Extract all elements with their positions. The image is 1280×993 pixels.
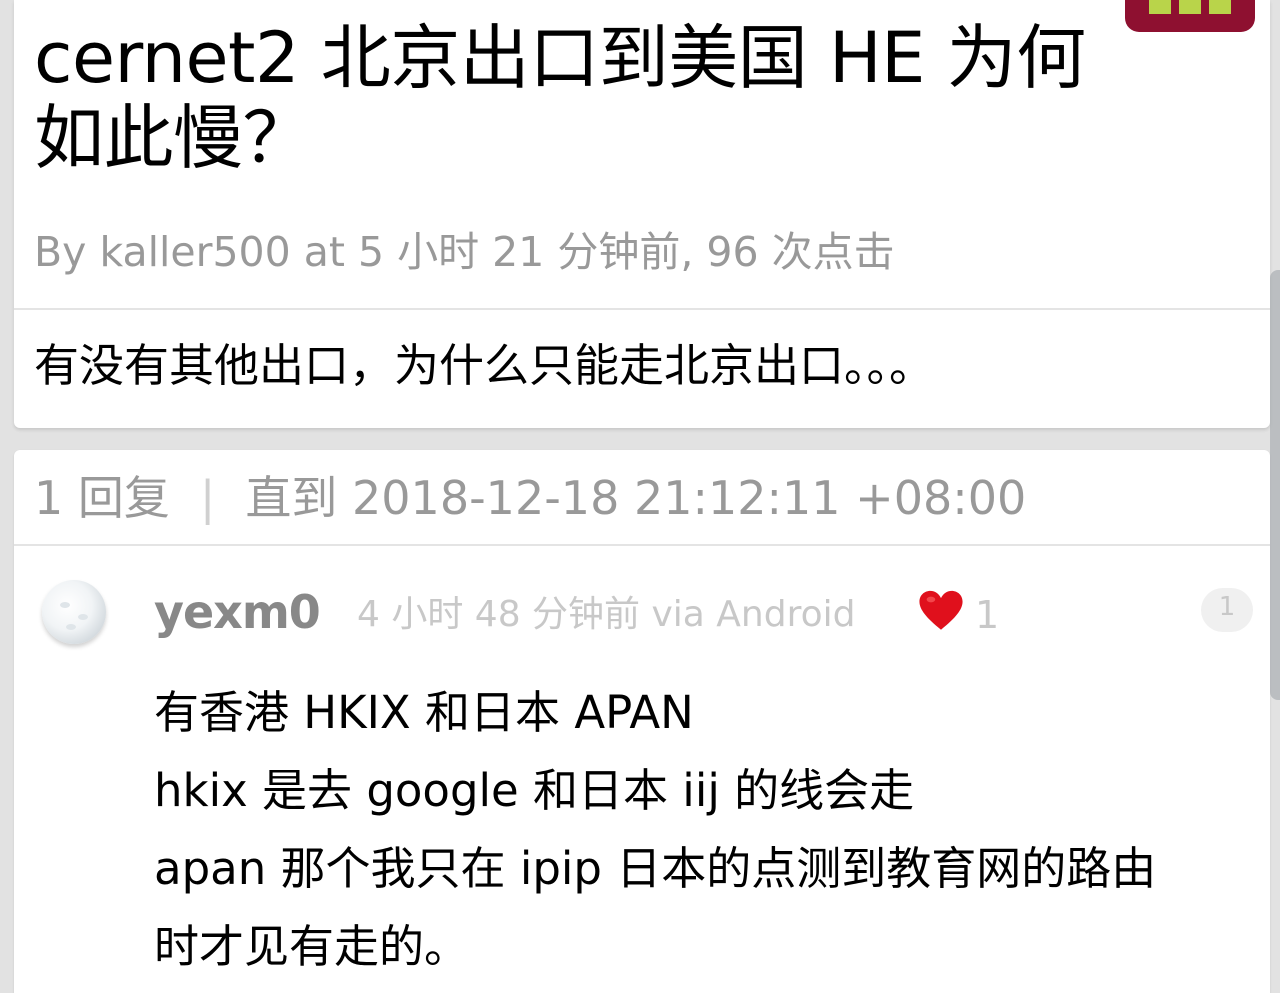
op-avatar[interactable] [1125,0,1255,32]
reply-author-link[interactable]: yexm0 [154,582,321,642]
header-separator: | [199,471,216,525]
reply-line: apan 那个我只在 ipip 日本的点测到教育网的路由 [154,842,1157,895]
topic-content: 有没有其他出口，为什么只能走北京出口。。。 [34,339,935,392]
floor-number-badge: 1 [1201,588,1253,632]
heart-icon[interactable] [918,588,964,634]
topic-header: cernet2 北京出口到美国 HE 为何如此慢？ By kaller500 a… [14,0,1270,308]
like-count: 1 [975,593,1000,637]
topic-author-link[interactable]: kaller500 [99,228,290,276]
meta-by: By [34,228,87,276]
avatar-pattern-block [1149,0,1171,14]
replies-card: 1 回复 | 直到 2018-12-18 21:12:11 +08:00 yexm0… [14,450,1270,993]
topic-title: cernet2 北京出口到美国 HE 为何如此慢？ [34,17,1086,179]
topic-card: cernet2 北京出口到美国 HE 为何如此慢？ By kaller500 a… [14,0,1270,428]
reply-count: 1 回复 [34,471,170,525]
reply-line: hkix 是去 google 和日本 iij 的线会走 [154,764,915,817]
reply-line: 有香港 HKIX 和日本 APAN [154,686,694,739]
replies-header: 1 回复 | 直到 2018-12-18 21:12:11 +08:00 [34,468,1026,528]
avatar-dot [60,602,70,608]
divider [14,308,1270,310]
avatar-dot [66,624,76,630]
reply-content: 有香港 HKIX 和日本 APAN hkix 是去 google 和日本 iij… [154,674,1264,986]
meta-time-clicks: at 5 小时 21 分钟前, 96 次点击 [303,228,895,276]
replies-until: 直到 2018-12-18 21:12:11 +08:00 [245,471,1027,525]
edge-scroll-handle[interactable] [1270,270,1280,700]
reply-avatar[interactable] [42,580,106,644]
reply-line: 时才见有走的。 [154,920,470,973]
avatar-dot [78,614,88,620]
avatar-pattern-block [1179,0,1201,14]
avatar-pattern-block [1209,0,1231,14]
topic-meta: By kaller500 at 5 小时 21 分钟前, 96 次点击 [34,226,895,278]
reply-item: yexm0 4 小时 48 分钟前 via Android 1 1 有香港 HK… [14,546,1270,993]
reply-time: 4 小时 48 分钟前 via Android [357,594,856,635]
page: cernet2 北京出口到美国 HE 为何如此慢？ By kaller500 a… [0,0,1280,993]
